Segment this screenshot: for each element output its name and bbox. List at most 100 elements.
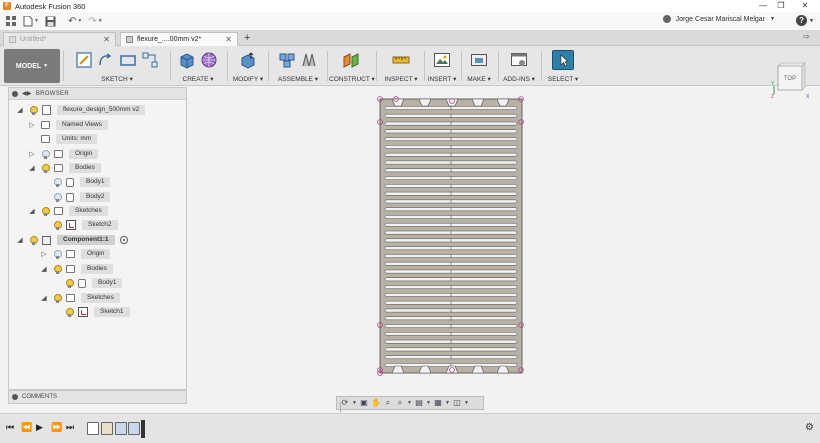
visibility-bulb-icon[interactable] <box>29 235 38 245</box>
step-forward-icon[interactable]: ⏩ <box>51 422 62 433</box>
go-to-end-icon[interactable]: ⏭ <box>66 422 74 433</box>
tree-item-units[interactable]: Units: mm <box>28 133 98 145</box>
gear-icon[interactable]: ⚙ <box>805 422 814 433</box>
insert-image-icon[interactable] <box>433 51 451 69</box>
chevron-down-icon[interactable]: ▼ <box>352 398 357 408</box>
tab-flexure[interactable]: flexure_....00mm v2* ✕ <box>120 32 238 46</box>
scripts-addins-icon[interactable] <box>510 51 528 69</box>
visibility-bulb-icon[interactable] <box>41 206 50 216</box>
make-group[interactable]: MAKE ▾ <box>464 49 494 83</box>
activate-component-radio-icon[interactable] <box>119 236 128 244</box>
joint-icon[interactable] <box>300 51 318 69</box>
3d-print-icon[interactable] <box>470 51 488 69</box>
measure-icon[interactable] <box>392 51 410 69</box>
extrude-box-icon[interactable] <box>178 51 196 69</box>
maximize-button[interactable]: ❐ <box>770 0 792 12</box>
tree-item-origin[interactable]: ▷ Origin <box>28 148 99 160</box>
pan-hand-icon[interactable]: ✋ <box>371 398 381 408</box>
visibility-bulb-icon[interactable] <box>53 192 62 202</box>
visibility-bulb-icon[interactable] <box>65 278 74 288</box>
assemble-group[interactable]: ASSEMBLE ▾ <box>270 49 326 83</box>
go-to-start-icon[interactable]: ⏮ <box>6 422 14 433</box>
create-sketch-icon[interactable] <box>75 51 93 69</box>
expand-triangle-icon[interactable]: ◢ <box>16 106 24 114</box>
tree-item-component-sketches[interactable]: ◢ Sketches <box>40 292 120 304</box>
expand-triangle-icon[interactable]: ▷ <box>28 150 36 158</box>
tree-item-component-bodies[interactable]: ◢ Bodies <box>40 263 113 275</box>
step-back-icon[interactable]: ⏪ <box>21 422 32 433</box>
play-icon[interactable]: ▶ <box>36 422 43 433</box>
expand-triangle-icon[interactable]: ▷ <box>40 250 48 258</box>
select-cursor-icon[interactable] <box>552 50 574 70</box>
new-tab-button[interactable]: + <box>244 32 250 44</box>
expand-triangle-icon[interactable]: ◢ <box>40 294 48 302</box>
chevron-down-icon[interactable]: ▼ <box>426 398 431 408</box>
timeline-feature-component[interactable] <box>87 422 99 435</box>
user-account-menu[interactable]: Jorge Cesar Mariscal Melgar ▼ <box>662 15 775 23</box>
viewcube[interactable]: TOP Y Z X <box>770 58 810 98</box>
visibility-bulb-icon[interactable] <box>41 149 50 159</box>
visibility-bulb-icon[interactable] <box>29 105 38 115</box>
select-group[interactable]: SELECT ▾ <box>545 49 581 83</box>
new-component-icon[interactable] <box>278 51 296 69</box>
timeline-feature-body[interactable] <box>128 422 140 435</box>
inspect-group[interactable]: INSPECT ▾ <box>381 49 421 83</box>
construct-group[interactable]: CONSTRUCT ▾ <box>329 49 375 83</box>
zoom-window-icon[interactable]: ⌕ <box>395 398 405 408</box>
visibility-bulb-icon[interactable] <box>53 264 62 274</box>
tree-item-sketch1[interactable]: Sketch1 <box>52 306 130 318</box>
timeline-feature-extrude[interactable] <box>115 422 127 435</box>
collapse-icon[interactable] <box>12 394 18 400</box>
tab-untitled[interactable]: Untitled* ✕ <box>3 32 116 46</box>
redo-button[interactable]: ↷ ▼ <box>88 14 102 29</box>
grid-settings-icon[interactable]: ▦ <box>433 398 443 408</box>
browser-header[interactable]: ◀▶ BROWSER <box>9 88 186 100</box>
display-settings-icon[interactable]: ▤ <box>414 398 424 408</box>
addins-group[interactable]: ADD-INS ▾ <box>500 49 538 83</box>
tree-item-sketch2[interactable]: Sketch2 <box>40 219 118 231</box>
visibility-bulb-icon[interactable] <box>53 220 62 230</box>
zoom-icon[interactable]: ⌕ <box>383 398 393 408</box>
data-panel-button[interactable] <box>6 14 17 29</box>
close-icon[interactable]: ✕ <box>103 35 110 44</box>
visibility-bulb-icon[interactable] <box>53 293 62 303</box>
flexure-part[interactable] <box>377 96 524 376</box>
close-window-button[interactable]: ✕ <box>794 0 816 12</box>
help-button[interactable]: ? ▼ <box>796 15 814 26</box>
undo-button[interactable]: ↶ ▼ <box>68 14 82 29</box>
create-group[interactable]: CREATE ▾ <box>172 49 224 83</box>
tree-item-body1[interactable]: Body1 <box>40 176 111 188</box>
tree-root-document[interactable]: ◢ flexure_design_500mm v2 <box>16 104 146 116</box>
visibility-bulb-icon[interactable] <box>41 163 50 173</box>
tree-item-bodies[interactable]: ◢ Bodies <box>28 162 101 174</box>
viewports-icon[interactable]: ◫ <box>452 398 462 408</box>
timeline-feature-sketch[interactable] <box>101 422 113 435</box>
file-menu-button[interactable]: ▼ <box>23 14 39 29</box>
insert-group[interactable]: INSERT ▾ <box>426 49 458 83</box>
sketch-group[interactable]: SKETCH ▾ <box>66 49 168 83</box>
form-sphere-icon[interactable] <box>200 51 218 69</box>
tree-item-component1[interactable]: ◢ Component1:1 <box>16 234 128 246</box>
chevron-down-icon[interactable]: ▼ <box>464 398 469 408</box>
modify-group[interactable]: MODIFY ▾ <box>229 49 267 83</box>
line-icon[interactable] <box>97 51 115 69</box>
tree-item-component-body1[interactable]: Body1 <box>52 277 123 289</box>
press-pull-icon[interactable] <box>239 51 257 69</box>
tree-item-named-views[interactable]: ▷ Named Views <box>28 119 108 131</box>
sketch-dimension-icon[interactable] <box>141 51 159 69</box>
visibility-bulb-icon[interactable] <box>53 177 62 187</box>
timeline-marker[interactable] <box>141 420 145 438</box>
expand-triangle-icon[interactable]: ◢ <box>40 265 48 273</box>
comments-panel[interactable]: COMMENTS <box>8 390 187 404</box>
chevron-down-icon[interactable]: ▼ <box>445 398 450 408</box>
tree-item-sketches[interactable]: ◢ Sketches <box>28 205 108 217</box>
expand-triangle-icon[interactable]: ◢ <box>16 236 24 244</box>
visibility-bulb-icon[interactable] <box>53 249 62 259</box>
tree-item-body2[interactable]: Body2 <box>40 191 111 203</box>
look-at-icon[interactable]: ▣ <box>359 398 369 408</box>
collapse-icon[interactable] <box>12 90 18 97</box>
expand-triangle-icon[interactable]: ◢ <box>28 164 36 172</box>
save-button[interactable] <box>45 14 56 29</box>
close-icon[interactable]: ✕ <box>225 35 232 44</box>
offset-plane-icon[interactable] <box>342 51 360 69</box>
